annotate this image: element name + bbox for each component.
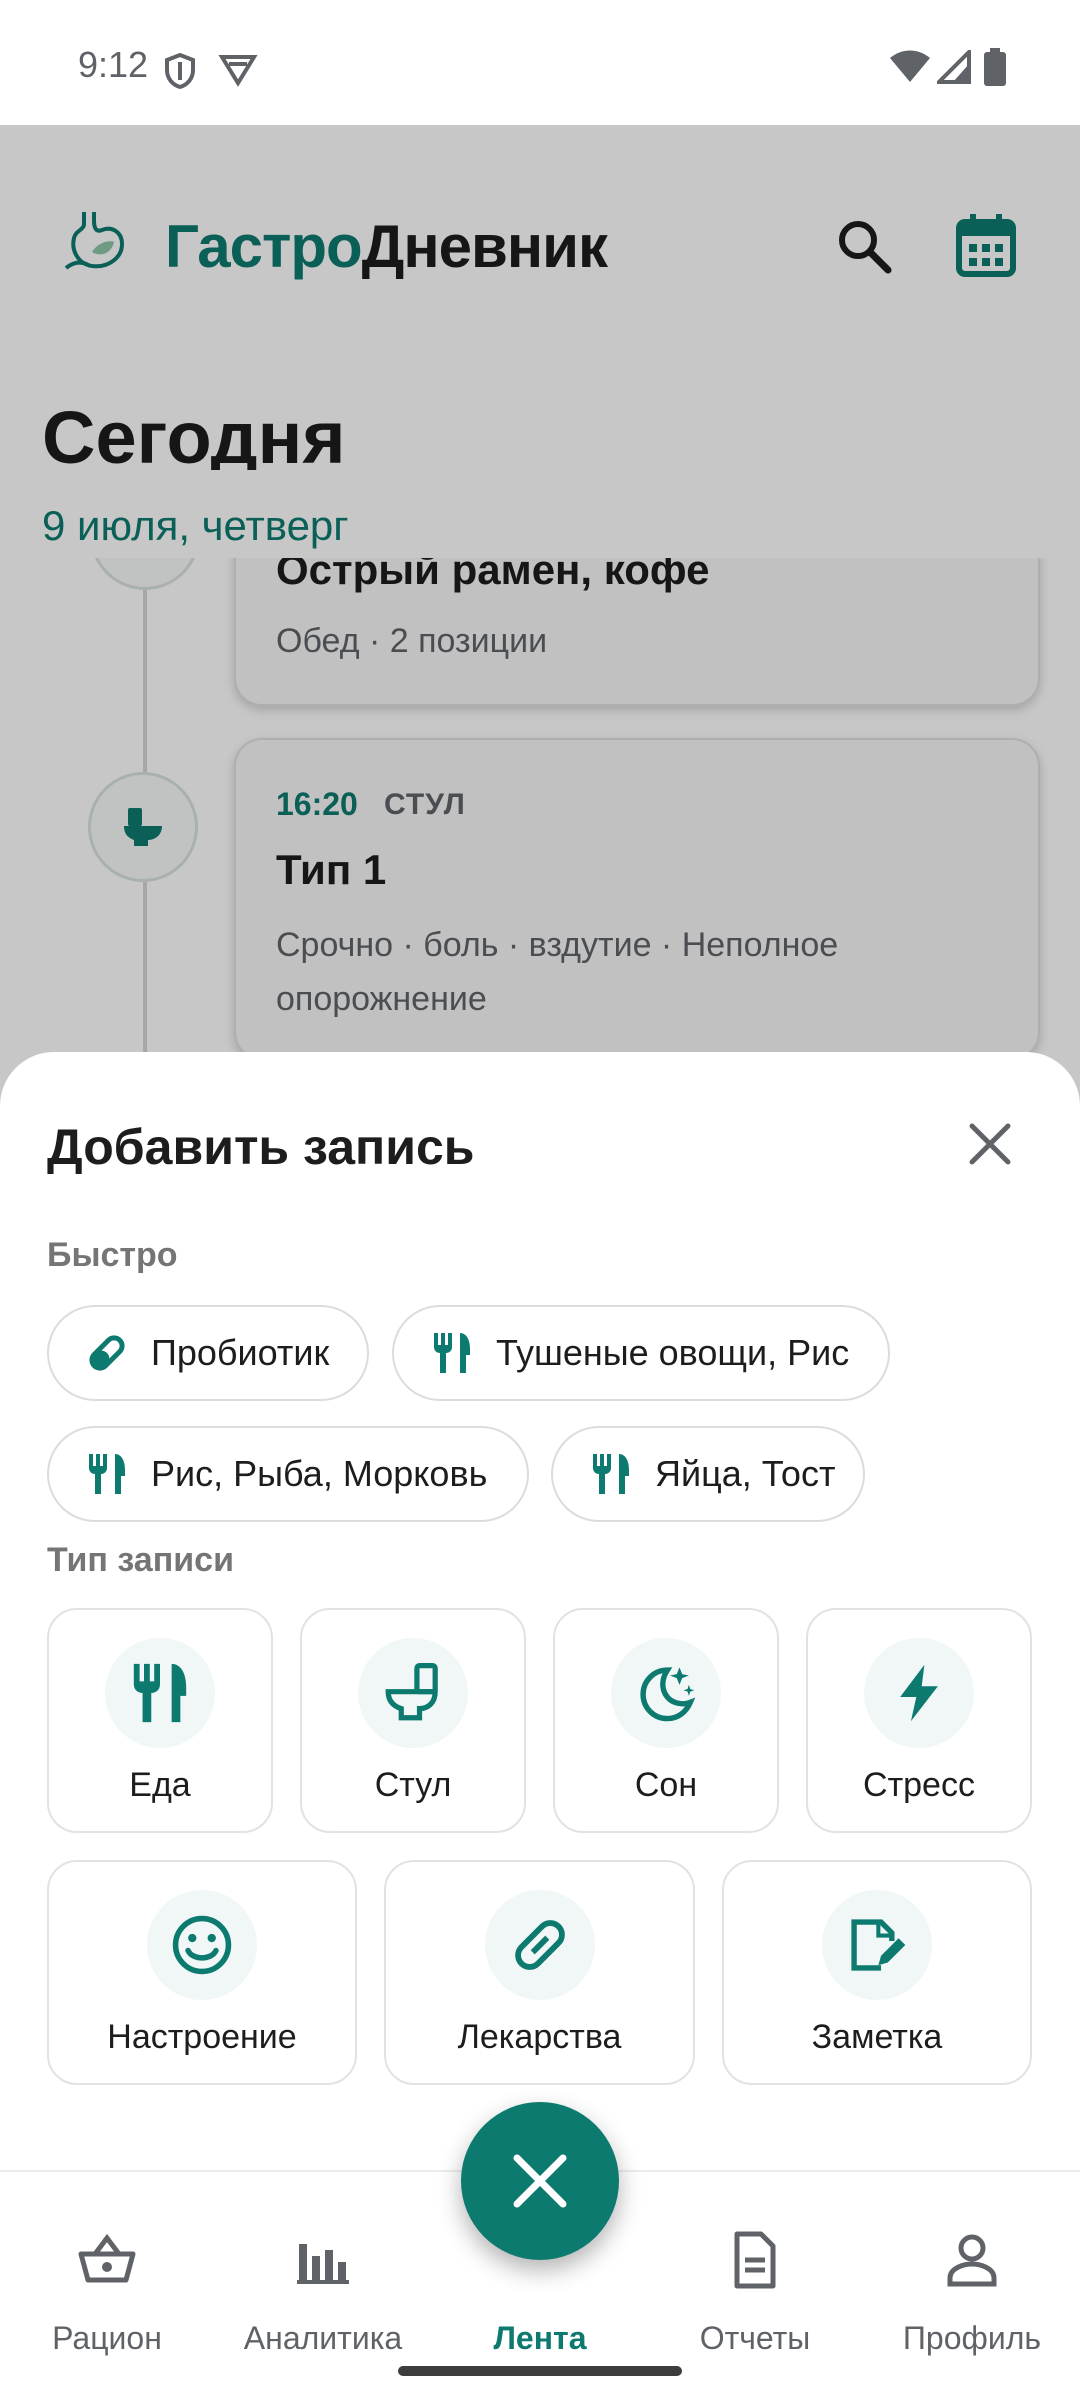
- toilet-icon: [358, 1638, 468, 1748]
- close-icon: [509, 2150, 571, 2212]
- type-tile-sleep[interactable]: Сон: [553, 1608, 779, 1833]
- lightning-icon: [864, 1638, 974, 1748]
- gesture-bar[interactable]: [398, 2366, 682, 2376]
- document-icon: [725, 2230, 785, 2290]
- status-time: 9:12: [78, 44, 149, 85]
- chip-label: Рис, Рыба, Морковь: [151, 1453, 488, 1494]
- sheet-title: Добавить запись: [47, 1119, 475, 1175]
- pill-icon: [85, 1331, 129, 1375]
- chip-label: Пробиотик: [151, 1332, 330, 1373]
- tile-label: Стул: [374, 1766, 452, 1804]
- nav-item-profile[interactable]: Профиль: [882, 2230, 1062, 2357]
- fork-knife-icon: [85, 1452, 129, 1496]
- close-sheet-fab[interactable]: [461, 2102, 619, 2260]
- basket-icon: [77, 2230, 137, 2290]
- chip-label: Тушеные овощи, Рис: [496, 1332, 850, 1373]
- quick-chip-rice-fish[interactable]: Рис, Рыба, Морковь: [47, 1426, 529, 1522]
- nav-item-analytics[interactable]: Аналитика: [233, 2230, 413, 2357]
- nav-label: Аналитика: [243, 2320, 403, 2356]
- quick-chip-stewed-vegetables[interactable]: Тушеные овощи, Рис: [392, 1305, 890, 1401]
- smiley-icon: [147, 1890, 257, 2000]
- tile-label: Еда: [129, 1766, 191, 1804]
- nav-label: Отчеты: [699, 2320, 811, 2356]
- tile-label: Настроение: [107, 2018, 297, 2056]
- moon-stars-icon: [611, 1638, 721, 1748]
- status-bar: 9:12: [0, 0, 1080, 125]
- type-tile-note[interactable]: Заметка: [722, 1860, 1032, 2085]
- battery-icon: [984, 48, 1006, 86]
- quick-chip-probiotic[interactable]: Пробиотик: [47, 1305, 369, 1401]
- nav-item-reports[interactable]: Отчеты: [665, 2230, 845, 2357]
- person-icon: [942, 2230, 1002, 2290]
- type-tile-stool[interactable]: Стул: [300, 1608, 526, 1833]
- fork-knife-icon: [430, 1331, 474, 1375]
- tile-label: Стресс: [863, 1766, 975, 1804]
- shield-icon: [163, 52, 197, 90]
- chip-label: Яйца, Тост: [655, 1453, 836, 1494]
- fork-knife-icon: [105, 1638, 215, 1748]
- bar-chart-icon: [293, 2230, 353, 2290]
- type-tile-mood[interactable]: Настроение: [47, 1860, 357, 2085]
- type-tile-food[interactable]: Еда: [47, 1608, 273, 1833]
- vpn-icon: [218, 53, 258, 87]
- signal-icon: [937, 50, 971, 84]
- tile-label: Сон: [634, 1766, 698, 1804]
- quick-chip-eggs-toast[interactable]: Яйца, Тост: [551, 1426, 865, 1522]
- tile-label: Лекарства: [457, 2018, 622, 2056]
- nav-label: Лента: [493, 2320, 587, 2356]
- quick-section-label: Быстро: [47, 1236, 178, 1274]
- type-tile-stress[interactable]: Стресс: [806, 1608, 1032, 1833]
- nav-label: Рацион: [52, 2320, 162, 2356]
- nav-item-diet[interactable]: Рацион: [17, 2230, 197, 2357]
- wifi-icon: [888, 50, 932, 84]
- note-edit-icon: [822, 1890, 932, 2000]
- nav-label: Профиль: [902, 2320, 1042, 2356]
- close-icon[interactable]: [962, 1116, 1018, 1172]
- type-section-label: Тип записи: [47, 1541, 234, 1579]
- type-tile-medication[interactable]: Лекарства: [384, 1860, 695, 2085]
- tile-label: Заметка: [811, 2018, 943, 2056]
- pill-icon: [485, 1890, 595, 2000]
- fork-knife-icon: [589, 1452, 633, 1496]
